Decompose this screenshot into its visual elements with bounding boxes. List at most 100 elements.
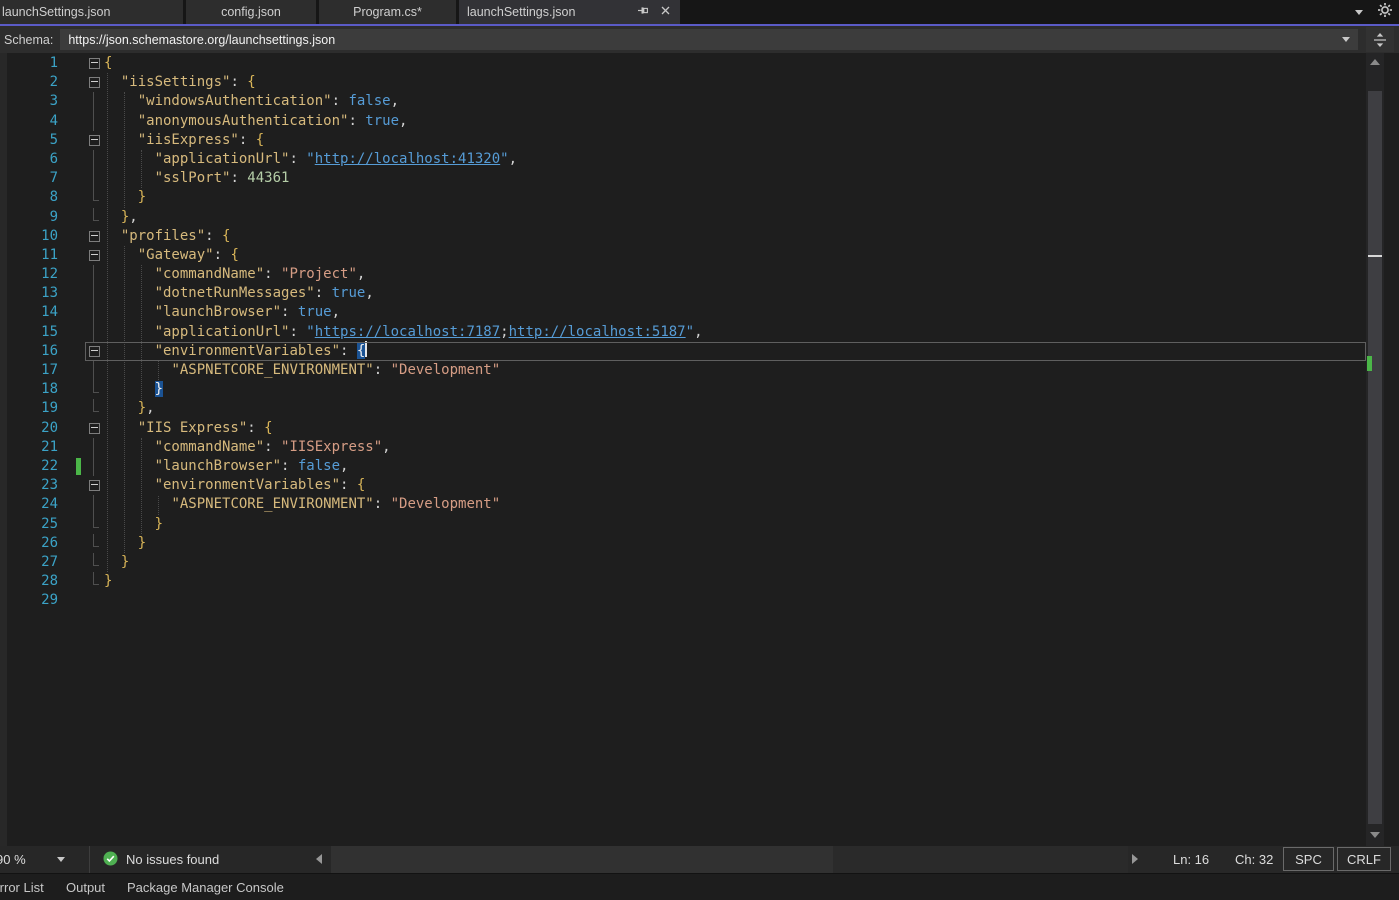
scroll-down-icon[interactable] xyxy=(1366,826,1384,844)
pin-tab-icon[interactable] xyxy=(637,4,650,20)
code-text[interactable]: "iisExpress": { xyxy=(102,131,264,150)
code-text[interactable]: "commandName": "Project", xyxy=(102,265,365,284)
code-text[interactable]: "environmentVariables": { xyxy=(102,342,367,361)
close-tab-icon[interactable] xyxy=(659,4,672,20)
code-line-18[interactable]: 18 } xyxy=(0,380,1366,399)
fold-toggle-icon[interactable] xyxy=(86,419,102,438)
code-text[interactable]: } xyxy=(102,515,163,534)
code-line-8[interactable]: 8 } xyxy=(0,188,1366,207)
code-line-27[interactable]: 27 } xyxy=(0,553,1366,572)
indent-mode-button[interactable]: SPC xyxy=(1283,847,1334,871)
change-margin xyxy=(76,303,86,322)
code-line-22[interactable]: 22 "launchBrowser": false, xyxy=(0,457,1366,476)
code-text[interactable]: } xyxy=(102,572,112,591)
code-text[interactable]: }, xyxy=(102,208,138,227)
fold-toggle-icon[interactable] xyxy=(86,246,102,265)
tab-launchsettings-json[interactable]: launchSettings.json xyxy=(0,0,183,24)
code-text[interactable]: "windowsAuthentication": false, xyxy=(102,92,399,111)
code-text[interactable]: "applicationUrl": "http://localhost:4132… xyxy=(102,150,517,169)
code-line-13[interactable]: 13 "dotnetRunMessages": true, xyxy=(0,284,1366,303)
zoom-dropdown-chevron-icon[interactable] xyxy=(57,857,65,862)
split-editor-button[interactable] xyxy=(1366,27,1394,52)
horizontal-scrollbar[interactable] xyxy=(331,846,1128,873)
outline-margin xyxy=(86,208,102,227)
code-line-17[interactable]: 17 "ASPNETCORE_ENVIRONMENT": "Developmen… xyxy=(0,361,1366,380)
code-line-12[interactable]: 12 "commandName": "Project", xyxy=(0,265,1366,284)
code-text[interactable]: "commandName": "IISExpress", xyxy=(102,438,391,457)
code-line-3[interactable]: 3 "windowsAuthentication": false, xyxy=(0,92,1366,111)
code-line-9[interactable]: 9 }, xyxy=(0,208,1366,227)
code-text[interactable]: "iisSettings": { xyxy=(102,73,256,92)
code-editor[interactable]: 1{2 "iisSettings": {3 "windowsAuthentica… xyxy=(0,53,1399,846)
code-text[interactable]: } xyxy=(102,380,163,399)
code-text[interactable] xyxy=(102,591,104,610)
code-line-28[interactable]: 28} xyxy=(0,572,1366,591)
document-health-indicator[interactable]: No issues found xyxy=(103,846,219,873)
code-line-6[interactable]: 6 "applicationUrl": "http://localhost:41… xyxy=(0,150,1366,169)
code-line-21[interactable]: 21 "commandName": "IISExpress", xyxy=(0,438,1366,457)
code-text[interactable]: }, xyxy=(102,399,155,418)
code-line-4[interactable]: 4 "anonymousAuthentication": true, xyxy=(0,112,1366,131)
code-line-2[interactable]: 2 "iisSettings": { xyxy=(0,73,1366,92)
tab-launchsettings-json-active[interactable]: launchSettings.json xyxy=(459,0,680,24)
code-text[interactable]: "launchBrowser": false, xyxy=(102,457,348,476)
scrollbar-track[interactable] xyxy=(1366,71,1384,826)
code-text[interactable]: "ASPNETCORE_ENVIRONMENT": "Development" xyxy=(102,361,500,380)
code-line-11[interactable]: 11 "Gateway": { xyxy=(0,246,1366,265)
code-text[interactable]: "applicationUrl": "https://localhost:718… xyxy=(102,323,703,342)
scrollbar-thumb[interactable] xyxy=(1368,91,1382,824)
code-text[interactable]: "environmentVariables": { xyxy=(102,476,365,495)
line-indicator[interactable]: Ln: 16 xyxy=(1173,852,1209,867)
fold-toggle-icon[interactable] xyxy=(86,227,102,246)
vertical-scrollbar[interactable] xyxy=(1366,53,1384,846)
code-text[interactable]: "dotnetRunMessages": true, xyxy=(102,284,374,303)
code-text[interactable]: { xyxy=(102,54,112,73)
tab-program-cs[interactable]: Program.cs* xyxy=(319,0,456,24)
code-line-29[interactable]: 29 xyxy=(0,591,1366,610)
code-text[interactable]: "ASPNETCORE_ENVIRONMENT": "Development" xyxy=(102,495,500,514)
hscroll-right-arrow-icon[interactable] xyxy=(1132,854,1138,864)
scroll-up-icon[interactable] xyxy=(1366,53,1384,71)
schema-combobox[interactable]: https://json.schemastore.org/launchsetti… xyxy=(60,29,1358,50)
tab-config-json[interactable]: config.json xyxy=(186,0,316,24)
code-line-10[interactable]: 10 "profiles": { xyxy=(0,227,1366,246)
tab-list-chevron-icon[interactable] xyxy=(1355,10,1363,15)
fold-toggle-icon[interactable] xyxy=(86,476,102,495)
column-indicator[interactable]: Ch: 32 xyxy=(1235,852,1273,867)
fold-toggle-icon[interactable] xyxy=(86,54,102,73)
code-text[interactable]: } xyxy=(102,188,146,207)
panel-tab-output[interactable]: Output xyxy=(66,874,105,900)
hscrollbar-thumb[interactable] xyxy=(331,846,833,873)
code-text[interactable]: "IIS Express": { xyxy=(102,419,273,438)
line-ending-button[interactable]: CRLF xyxy=(1337,847,1391,871)
code-line-7[interactable]: 7 "sslPort": 44361 xyxy=(0,169,1366,188)
settings-gear-icon[interactable] xyxy=(1377,2,1393,23)
code-text[interactable]: "Gateway": { xyxy=(102,246,239,265)
fold-toggle-icon[interactable] xyxy=(86,131,102,150)
code-line-19[interactable]: 19 }, xyxy=(0,399,1366,418)
fold-toggle-icon[interactable] xyxy=(86,342,102,361)
code-text[interactable]: "profiles": { xyxy=(102,227,230,246)
code-text[interactable]: } xyxy=(102,553,129,572)
code-line-20[interactable]: 20 "IIS Express": { xyxy=(0,419,1366,438)
panel-tab-package-manager-console[interactable]: Package Manager Console xyxy=(127,874,284,900)
code-line-16[interactable]: 16 "environmentVariables": { xyxy=(0,342,1366,361)
code-line-25[interactable]: 25 } xyxy=(0,515,1366,534)
code-line-23[interactable]: 23 "environmentVariables": { xyxy=(0,476,1366,495)
code-line-15[interactable]: 15 "applicationUrl": "https://localhost:… xyxy=(0,323,1366,342)
schema-dropdown-chevron-icon[interactable] xyxy=(1342,37,1350,42)
hscroll-left-arrow-icon[interactable] xyxy=(316,854,322,864)
zoom-control[interactable]: 90 % xyxy=(0,846,90,873)
code-text[interactable]: "sslPort": 44361 xyxy=(102,169,289,188)
code-line-24[interactable]: 24 "ASPNETCORE_ENVIRONMENT": "Developmen… xyxy=(0,495,1366,514)
code-line-14[interactable]: 14 "launchBrowser": true, xyxy=(0,303,1366,322)
code-line-26[interactable]: 26 } xyxy=(0,534,1366,553)
code-text[interactable]: "anonymousAuthentication": true, xyxy=(102,112,407,131)
panel-tab-error-list[interactable]: Error List xyxy=(0,874,44,900)
code-line-5[interactable]: 5 "iisExpress": { xyxy=(0,131,1366,150)
line-number: 3 xyxy=(0,92,58,111)
code-text[interactable]: } xyxy=(102,534,146,553)
code-text[interactable]: "launchBrowser": true, xyxy=(102,303,340,322)
fold-toggle-icon[interactable] xyxy=(86,73,102,92)
code-line-1[interactable]: 1{ xyxy=(0,54,1366,73)
